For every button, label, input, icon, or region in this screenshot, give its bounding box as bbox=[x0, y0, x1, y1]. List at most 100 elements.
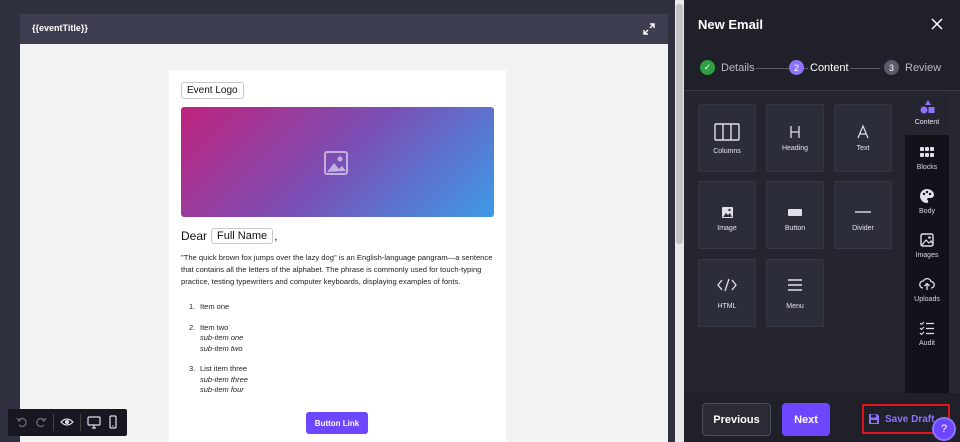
list-item-text: Item two bbox=[200, 322, 229, 332]
greeting-suffix: , bbox=[274, 229, 278, 243]
save-draft-label: Save Draft bbox=[885, 413, 935, 425]
list-item: 3. List item three sub-item three sub-it… bbox=[189, 364, 248, 396]
step-content[interactable]: 2 Content bbox=[789, 60, 849, 75]
sidebar-label: Blocks bbox=[916, 164, 938, 171]
tool-heading[interactable]: Heading bbox=[766, 104, 824, 172]
list-number: 3. bbox=[189, 364, 196, 373]
preview-title: {{eventTitle}} bbox=[32, 23, 88, 33]
editor-toolbar bbox=[8, 409, 127, 436]
sub-item: sub-item three bbox=[200, 374, 248, 384]
redo-icon[interactable] bbox=[34, 415, 48, 429]
sub-item: sub-item four bbox=[200, 385, 244, 394]
expand-icon[interactable] bbox=[642, 22, 656, 36]
sidebar-item-images[interactable]: Images bbox=[905, 224, 949, 268]
button-icon bbox=[788, 209, 802, 216]
panel-footer: Previous Next Save Draft ? bbox=[684, 393, 960, 442]
hero-image-placeholder[interactable] bbox=[181, 107, 494, 217]
preview-header: {{eventTitle}} bbox=[20, 14, 668, 44]
heading-icon bbox=[790, 126, 800, 138]
step-number: 3 bbox=[884, 60, 899, 75]
sidebar-item-uploads[interactable]: Uploads bbox=[905, 268, 949, 312]
sidebar-item-audit[interactable]: Audit bbox=[905, 312, 949, 356]
image-icon bbox=[722, 207, 733, 218]
sidebar-label: Audit bbox=[919, 340, 935, 347]
sidebar-label: Content bbox=[914, 119, 940, 126]
tool-label: Divider bbox=[852, 225, 874, 232]
email-body: Event Logo Dear Full Name , "The quick b… bbox=[169, 70, 506, 442]
list-number: 2. bbox=[189, 322, 196, 332]
palette-icon bbox=[920, 189, 934, 203]
tool-label: Columns bbox=[713, 148, 741, 155]
grid-icon bbox=[920, 147, 934, 157]
sidebar-label: Images bbox=[915, 252, 939, 259]
text-icon bbox=[857, 124, 869, 139]
new-email-panel: New Email ✓ Details 2 Content 3 Review C… bbox=[684, 0, 960, 442]
sidebar-item-blocks[interactable]: Blocks bbox=[905, 136, 949, 180]
close-icon[interactable] bbox=[930, 17, 944, 31]
tool-columns[interactable]: Columns bbox=[698, 104, 756, 172]
tool-html[interactable]: HTML bbox=[698, 259, 756, 327]
list-item: 1. Item one bbox=[189, 302, 248, 313]
tool-text[interactable]: Text bbox=[834, 104, 892, 172]
step-review[interactable]: 3 Review bbox=[884, 60, 941, 75]
sidebar-label: Body bbox=[919, 208, 935, 215]
sidebar-item-content[interactable]: Content bbox=[905, 91, 949, 135]
upload-icon bbox=[919, 277, 935, 290]
tool-label: Menu bbox=[786, 303, 804, 310]
desktop-icon[interactable] bbox=[87, 415, 101, 429]
greeting-text: Dear bbox=[181, 229, 208, 243]
toolbar-divider bbox=[80, 414, 81, 431]
tool-label: Button bbox=[784, 225, 806, 232]
list-item-text: List item three bbox=[200, 364, 248, 373]
sidebar-item-body[interactable]: Body bbox=[905, 180, 949, 224]
email-button-link[interactable]: Button Link bbox=[306, 412, 368, 434]
tool-label: Text bbox=[856, 145, 870, 152]
undo-icon[interactable] bbox=[15, 415, 29, 429]
full-name-merge-tag[interactable]: Full Name bbox=[211, 228, 274, 244]
tool-label: HTML bbox=[717, 303, 737, 310]
scrollbar-thumb[interactable] bbox=[676, 4, 683, 244]
html-icon bbox=[717, 278, 737, 292]
list-number: 1. bbox=[189, 302, 196, 311]
sidebar-label: Uploads bbox=[914, 296, 940, 303]
step-label: Details bbox=[721, 61, 755, 74]
mobile-icon[interactable] bbox=[106, 415, 120, 429]
next-button[interactable]: Next bbox=[782, 403, 830, 436]
step-details[interactable]: ✓ Details bbox=[700, 60, 755, 75]
sub-item: sub-item two bbox=[200, 343, 243, 353]
menu-icon bbox=[788, 279, 802, 291]
preview-scrollbar[interactable] bbox=[675, 0, 684, 442]
sidebar-scrollbar[interactable] bbox=[949, 91, 960, 393]
tool-image[interactable]: Image bbox=[698, 181, 756, 249]
tool-label: Heading bbox=[781, 145, 809, 152]
tool-divider[interactable]: Divider bbox=[834, 181, 892, 249]
step-number: 2 bbox=[789, 60, 804, 75]
images-icon bbox=[920, 233, 934, 247]
eye-preview-icon[interactable] bbox=[60, 415, 74, 429]
sub-item: sub-item one bbox=[200, 333, 244, 342]
save-icon bbox=[869, 414, 879, 424]
step-label: Content bbox=[810, 61, 849, 74]
columns-icon bbox=[714, 123, 740, 141]
toolbar-divider bbox=[53, 414, 54, 431]
wizard-stepper: ✓ Details 2 Content 3 Review bbox=[684, 58, 960, 80]
preview-canvas: Event Logo Dear Full Name , "The quick b… bbox=[20, 44, 668, 442]
tool-menu[interactable]: Menu bbox=[766, 259, 824, 327]
step-label: Review bbox=[905, 61, 942, 74]
previous-button[interactable]: Previous bbox=[702, 403, 771, 436]
step-connector bbox=[850, 68, 880, 69]
email-ordered-list[interactable]: 1. Item one 2. Item two sub-item one sub… bbox=[189, 302, 248, 406]
list-item: 2. Item two sub-item one sub-item two bbox=[189, 323, 248, 355]
tool-button[interactable]: Button bbox=[766, 181, 824, 249]
help-button[interactable]: ? bbox=[932, 417, 956, 441]
greeting-line: Dear Full Name , bbox=[181, 228, 277, 244]
tool-label: Image bbox=[717, 225, 737, 232]
image-icon bbox=[324, 151, 348, 175]
event-logo-placeholder[interactable]: Event Logo bbox=[181, 82, 244, 99]
check-icon: ✓ bbox=[700, 60, 715, 75]
divider-icon bbox=[855, 211, 871, 213]
content-tools-grid: Columns Heading Text Image Button Divide… bbox=[684, 91, 905, 393]
email-preview-area: {{eventTitle}} Event Logo Dear Full Name… bbox=[0, 0, 676, 442]
shapes-icon bbox=[920, 100, 935, 114]
body-paragraph[interactable]: "The quick brown fox jumps over the lazy… bbox=[181, 252, 496, 288]
